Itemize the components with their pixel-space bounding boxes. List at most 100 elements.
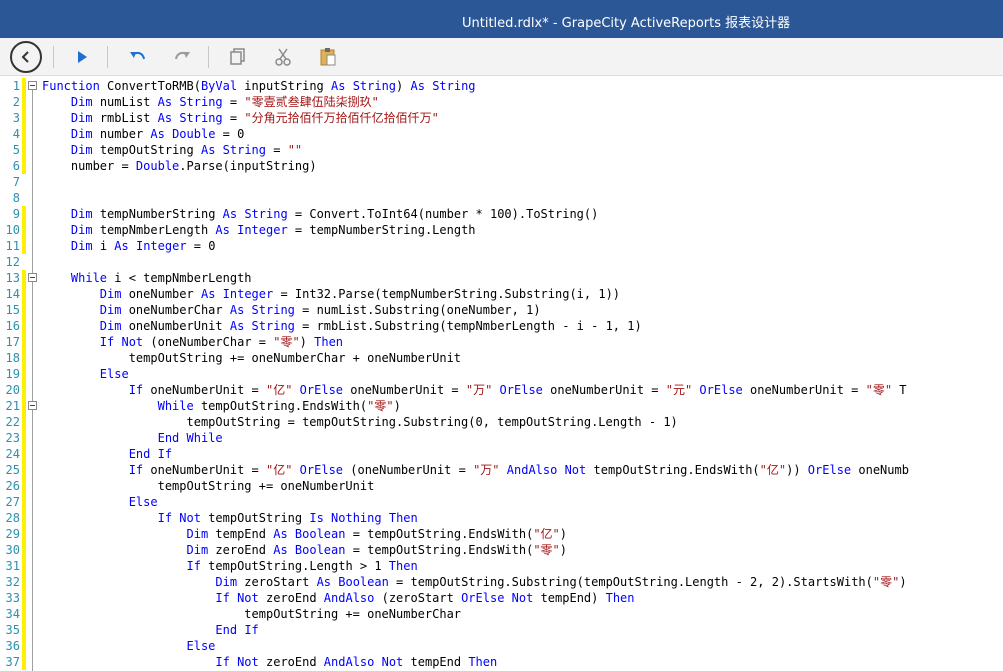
code-token: = bbox=[266, 143, 288, 157]
back-arrow-icon bbox=[10, 41, 42, 73]
line-number: 28 bbox=[5, 511, 20, 525]
code-token: "零" bbox=[273, 335, 300, 349]
code-area[interactable]: Function ConvertToRMB(ByVal inputString … bbox=[42, 77, 1003, 671]
back-button[interactable] bbox=[9, 40, 43, 74]
code-token: AndAlso bbox=[506, 463, 558, 477]
code-token: If bbox=[157, 511, 173, 525]
code-token: Dim bbox=[70, 143, 93, 157]
cut-button[interactable] bbox=[268, 40, 298, 74]
code-token: zeroEnd bbox=[208, 543, 274, 557]
fold-guide-line bbox=[32, 87, 33, 671]
code-token: If bbox=[157, 447, 173, 461]
copy-icon bbox=[230, 48, 245, 65]
code-token: As bbox=[410, 79, 425, 93]
line-number: 31 bbox=[5, 559, 20, 573]
line-number: 19 bbox=[5, 367, 20, 381]
code-token: (zeroStart bbox=[374, 591, 462, 605]
code-token: Nothing bbox=[331, 511, 382, 525]
code-token: End bbox=[215, 623, 238, 637]
code-token: OrElse bbox=[299, 383, 344, 397]
code-token: tempOutString = tempOutString.Substring(… bbox=[42, 415, 678, 429]
code-line: Function ConvertToRMB(ByVal inputString … bbox=[42, 78, 476, 94]
code-token: Dim bbox=[70, 111, 93, 125]
code-token: AndAlso bbox=[323, 655, 375, 669]
code-line: If tempOutString.Length > 1 Then bbox=[42, 558, 418, 574]
code-token: = rmbList.Substring(tempNmberLength - i … bbox=[294, 319, 642, 333]
code-token: ConvertToRMB( bbox=[99, 79, 201, 93]
code-token: "" bbox=[287, 143, 303, 157]
code-line: Else bbox=[42, 494, 158, 510]
copy-button[interactable] bbox=[223, 40, 253, 74]
code-token: If bbox=[244, 623, 259, 637]
code-token: tempEnd bbox=[208, 527, 274, 541]
code-token: = tempOutString.EndsWith( bbox=[345, 543, 534, 557]
redo-button[interactable] bbox=[167, 40, 197, 74]
collapse-toggle-icon[interactable] bbox=[28, 81, 37, 90]
paste-button[interactable] bbox=[313, 40, 343, 74]
line-number: 34 bbox=[5, 607, 20, 621]
line-number: 27 bbox=[5, 495, 20, 509]
code-token: While bbox=[186, 431, 223, 445]
line-number: 16 bbox=[5, 319, 20, 333]
line-number: 8 bbox=[12, 191, 20, 205]
code-token: = 0 bbox=[215, 127, 245, 141]
code-token: Not bbox=[121, 335, 144, 349]
code-token: If bbox=[215, 591, 230, 605]
code-token: Then bbox=[314, 335, 344, 349]
code-token: = tempNumberString.Length bbox=[287, 223, 476, 237]
code-token: Dim bbox=[70, 223, 93, 237]
code-token: Not bbox=[237, 655, 259, 669]
code-token: tempOutString += oneNumberUnit bbox=[42, 479, 375, 493]
title-bar: Untitled.rdlx* - GrapeCity ActiveReports… bbox=[0, 0, 1003, 38]
code-line: Dim i As Integer = 0 bbox=[42, 238, 216, 254]
collapse-toggle-icon[interactable] bbox=[28, 401, 37, 410]
code-editor[interactable]: 1 2 3 4 5 6 7 8 9 10 11 12 13 14 15 16 17 18 19 20 21 22 23 24 2… bbox=[0, 77, 1003, 671]
line-number: 32 bbox=[5, 575, 20, 589]
code-token: = bbox=[222, 111, 245, 125]
code-token: oneNumberUnit bbox=[121, 319, 230, 333]
code-token: "亿" bbox=[533, 527, 560, 541]
code-token: Else bbox=[186, 639, 216, 653]
code-line: Dim tempNmberLength As Integer = tempNum… bbox=[42, 222, 476, 238]
code-token: )) bbox=[786, 463, 808, 477]
code-token: As bbox=[157, 111, 173, 125]
code-token: oneNumberUnit = bbox=[742, 383, 866, 397]
code-token: Then bbox=[388, 559, 418, 573]
code-token: If bbox=[99, 335, 115, 349]
code-token: Dim bbox=[70, 207, 93, 221]
code-token: Dim bbox=[215, 575, 238, 589]
code-line: number = Double.Parse(inputString) bbox=[42, 158, 317, 174]
code-line: End While bbox=[42, 430, 223, 446]
toolbar-separator bbox=[53, 46, 54, 68]
code-token: zeroEnd bbox=[258, 591, 324, 605]
run-button[interactable] bbox=[67, 40, 97, 74]
code-token: ) bbox=[393, 399, 401, 413]
collapse-toggle-icon[interactable] bbox=[28, 273, 37, 282]
code-token: String bbox=[432, 79, 476, 93]
code-line: If Not zeroEnd AndAlso Not tempEnd Then bbox=[42, 654, 497, 670]
code-token: OrElse bbox=[499, 383, 543, 397]
code-line: Dim oneNumber As Integer = Int32.Parse(t… bbox=[42, 286, 620, 302]
code-line: If oneNumberUnit = "亿" OrElse oneNumberU… bbox=[42, 382, 907, 398]
code-token: zeroEnd bbox=[258, 655, 324, 669]
undo-button[interactable] bbox=[123, 40, 153, 74]
